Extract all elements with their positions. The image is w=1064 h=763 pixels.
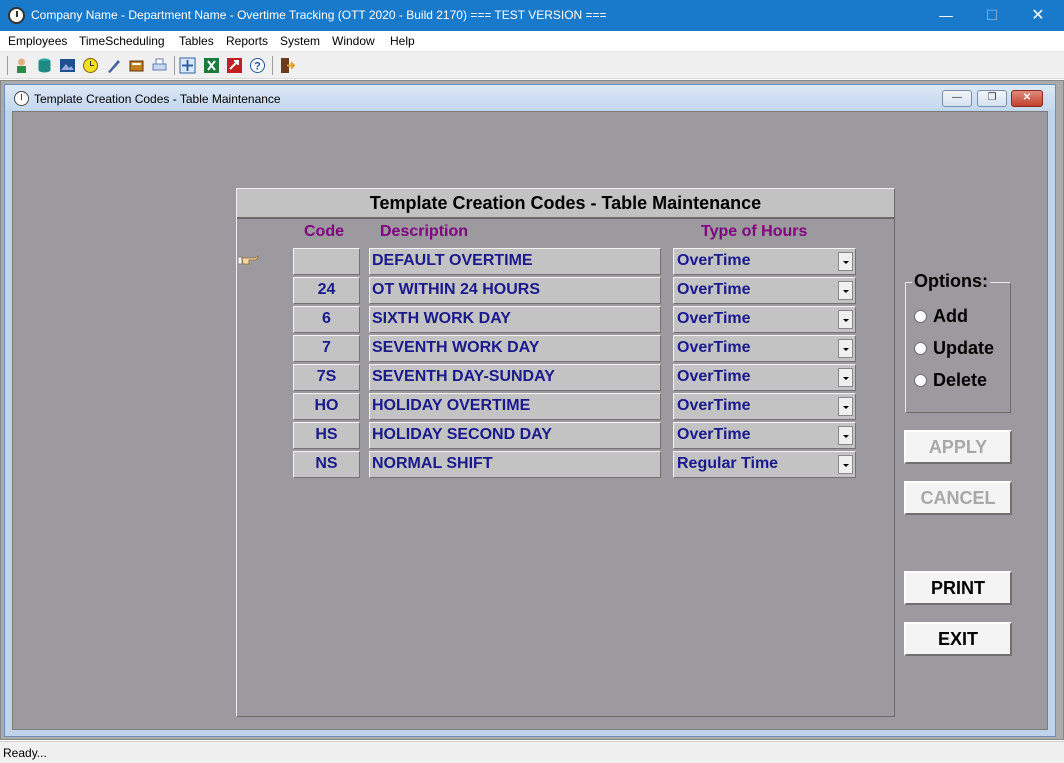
add-radio[interactable] xyxy=(914,310,927,323)
status-bar: Ready... xyxy=(0,741,1064,763)
type-of-hours-value: OverTime xyxy=(677,310,751,327)
book-icon[interactable] xyxy=(128,57,145,74)
minimize-button[interactable]: — xyxy=(923,0,969,31)
code-cell[interactable]: 6 xyxy=(293,306,360,333)
toolbar-separator xyxy=(174,56,175,75)
code-cell[interactable]: HS xyxy=(293,422,360,449)
clock-icon[interactable] xyxy=(14,91,29,106)
help-icon[interactable]: ? xyxy=(249,57,266,74)
chevron-down-icon[interactable] xyxy=(838,339,853,358)
type-of-hours-value: Regular Time xyxy=(677,455,779,472)
type-of-hours-value: OverTime xyxy=(677,339,751,356)
column-header-type-of-hours: Type of Hours xyxy=(701,223,808,240)
menu-tables[interactable]: Tables xyxy=(179,34,214,48)
type-of-hours-value: OverTime xyxy=(677,368,751,385)
type-of-hours-value: OverTime xyxy=(677,252,751,269)
code-cell[interactable]: 24 xyxy=(293,277,360,304)
child-window-title: Template Creation Codes - Table Maintena… xyxy=(34,92,281,106)
description-cell[interactable]: HOLIDAY OVERTIME xyxy=(369,393,661,420)
type-of-hours-select[interactable]: OverTime xyxy=(673,422,856,449)
menu-timescheduling[interactable]: TimeScheduling xyxy=(79,34,165,48)
child-title-bar: Template Creation Codes - Table Maintena… xyxy=(5,85,1055,110)
toolbar-separator xyxy=(7,56,8,75)
type-of-hours-select[interactable]: Regular Time xyxy=(673,451,856,478)
toolbar: ? xyxy=(0,52,1064,79)
code-cell[interactable] xyxy=(293,248,360,275)
code-cell[interactable]: 7 xyxy=(293,335,360,362)
update-radio[interactable] xyxy=(914,342,927,355)
menu-bar: Employees TimeScheduling Tables Reports … xyxy=(0,31,1064,52)
options-label: Options: xyxy=(912,271,990,292)
chevron-down-icon[interactable] xyxy=(838,455,853,474)
type-of-hours-value: OverTime xyxy=(677,397,751,414)
code-cell[interactable]: NS xyxy=(293,451,360,478)
child-close-button[interactable]: ✕ xyxy=(1011,90,1043,107)
delete-radio[interactable] xyxy=(914,374,927,387)
type-of-hours-select[interactable]: OverTime xyxy=(673,277,856,304)
sync-icon[interactable] xyxy=(179,57,196,74)
toolbar-separator xyxy=(272,56,273,75)
add-radio-label[interactable]: Add xyxy=(933,306,968,327)
export-icon[interactable] xyxy=(226,57,243,74)
column-header-code: Code xyxy=(304,223,344,240)
exit-door-icon[interactable] xyxy=(278,57,295,74)
status-text: Ready... xyxy=(3,746,47,760)
svg-text:?: ? xyxy=(254,61,261,73)
description-cell[interactable]: NORMAL SHIFT xyxy=(369,451,661,478)
child-minimize-button[interactable]: — xyxy=(942,90,972,107)
close-button[interactable]: ✕ xyxy=(1015,0,1061,31)
child-restore-button[interactable]: ❐ xyxy=(977,90,1007,107)
type-of-hours-select[interactable]: OverTime xyxy=(673,364,856,391)
delete-radio-label[interactable]: Delete xyxy=(933,370,987,391)
type-of-hours-value: OverTime xyxy=(677,426,751,443)
description-cell[interactable]: SEVENTH WORK DAY xyxy=(369,335,661,362)
type-of-hours-select[interactable]: OverTime xyxy=(673,393,856,420)
pointing-hand-icon xyxy=(238,254,259,265)
chevron-down-icon[interactable] xyxy=(838,397,853,416)
chevron-down-icon[interactable] xyxy=(838,252,853,271)
chevron-down-icon[interactable] xyxy=(838,310,853,329)
maximize-button[interactable]: ☐ xyxy=(969,0,1015,31)
clock-app-icon[interactable] xyxy=(8,7,25,24)
cancel-button[interactable]: CANCEL xyxy=(904,481,1012,515)
excel-icon[interactable] xyxy=(203,57,220,74)
apply-button[interactable]: APPLY xyxy=(904,430,1012,464)
code-cell[interactable]: HO xyxy=(293,393,360,420)
menu-system[interactable]: System xyxy=(280,34,320,48)
picture-icon[interactable] xyxy=(59,57,76,74)
chevron-down-icon[interactable] xyxy=(838,368,853,387)
app-title: Company Name - Department Name - Overtim… xyxy=(31,8,607,22)
menu-employees[interactable]: Employees xyxy=(8,34,67,48)
menu-reports[interactable]: Reports xyxy=(226,34,268,48)
type-of-hours-value: OverTime xyxy=(677,281,751,298)
chevron-down-icon[interactable] xyxy=(838,426,853,445)
update-radio-label[interactable]: Update xyxy=(933,338,994,359)
printer-icon[interactable] xyxy=(151,57,168,74)
column-header-description: Description xyxy=(380,223,469,240)
menu-window[interactable]: Window xyxy=(332,34,375,48)
description-cell[interactable]: DEFAULT OVERTIME xyxy=(369,248,661,275)
print-button[interactable]: PRINT xyxy=(904,571,1012,605)
database-icon[interactable] xyxy=(36,57,53,74)
exit-button[interactable]: EXIT xyxy=(904,622,1012,656)
description-cell[interactable]: SIXTH WORK DAY xyxy=(369,306,661,333)
panel-header: Template Creation Codes - Table Maintena… xyxy=(237,189,894,219)
chevron-down-icon[interactable] xyxy=(838,281,853,300)
pen-icon[interactable] xyxy=(105,57,122,74)
clock-icon[interactable] xyxy=(82,57,99,74)
type-of-hours-select[interactable]: OverTime xyxy=(673,306,856,333)
menu-help[interactable]: Help xyxy=(390,34,415,48)
description-cell[interactable]: OT WITHIN 24 HOURS xyxy=(369,277,661,304)
description-cell[interactable]: SEVENTH DAY-SUNDAY xyxy=(369,364,661,391)
type-of-hours-select[interactable]: OverTime xyxy=(673,335,856,362)
employee-icon[interactable] xyxy=(13,57,30,74)
type-of-hours-select[interactable]: OverTime xyxy=(673,248,856,275)
app-title-bar: Company Name - Department Name - Overtim… xyxy=(0,0,1064,31)
description-cell[interactable]: HOLIDAY SECOND DAY xyxy=(369,422,661,449)
code-cell[interactable]: 7S xyxy=(293,364,360,391)
